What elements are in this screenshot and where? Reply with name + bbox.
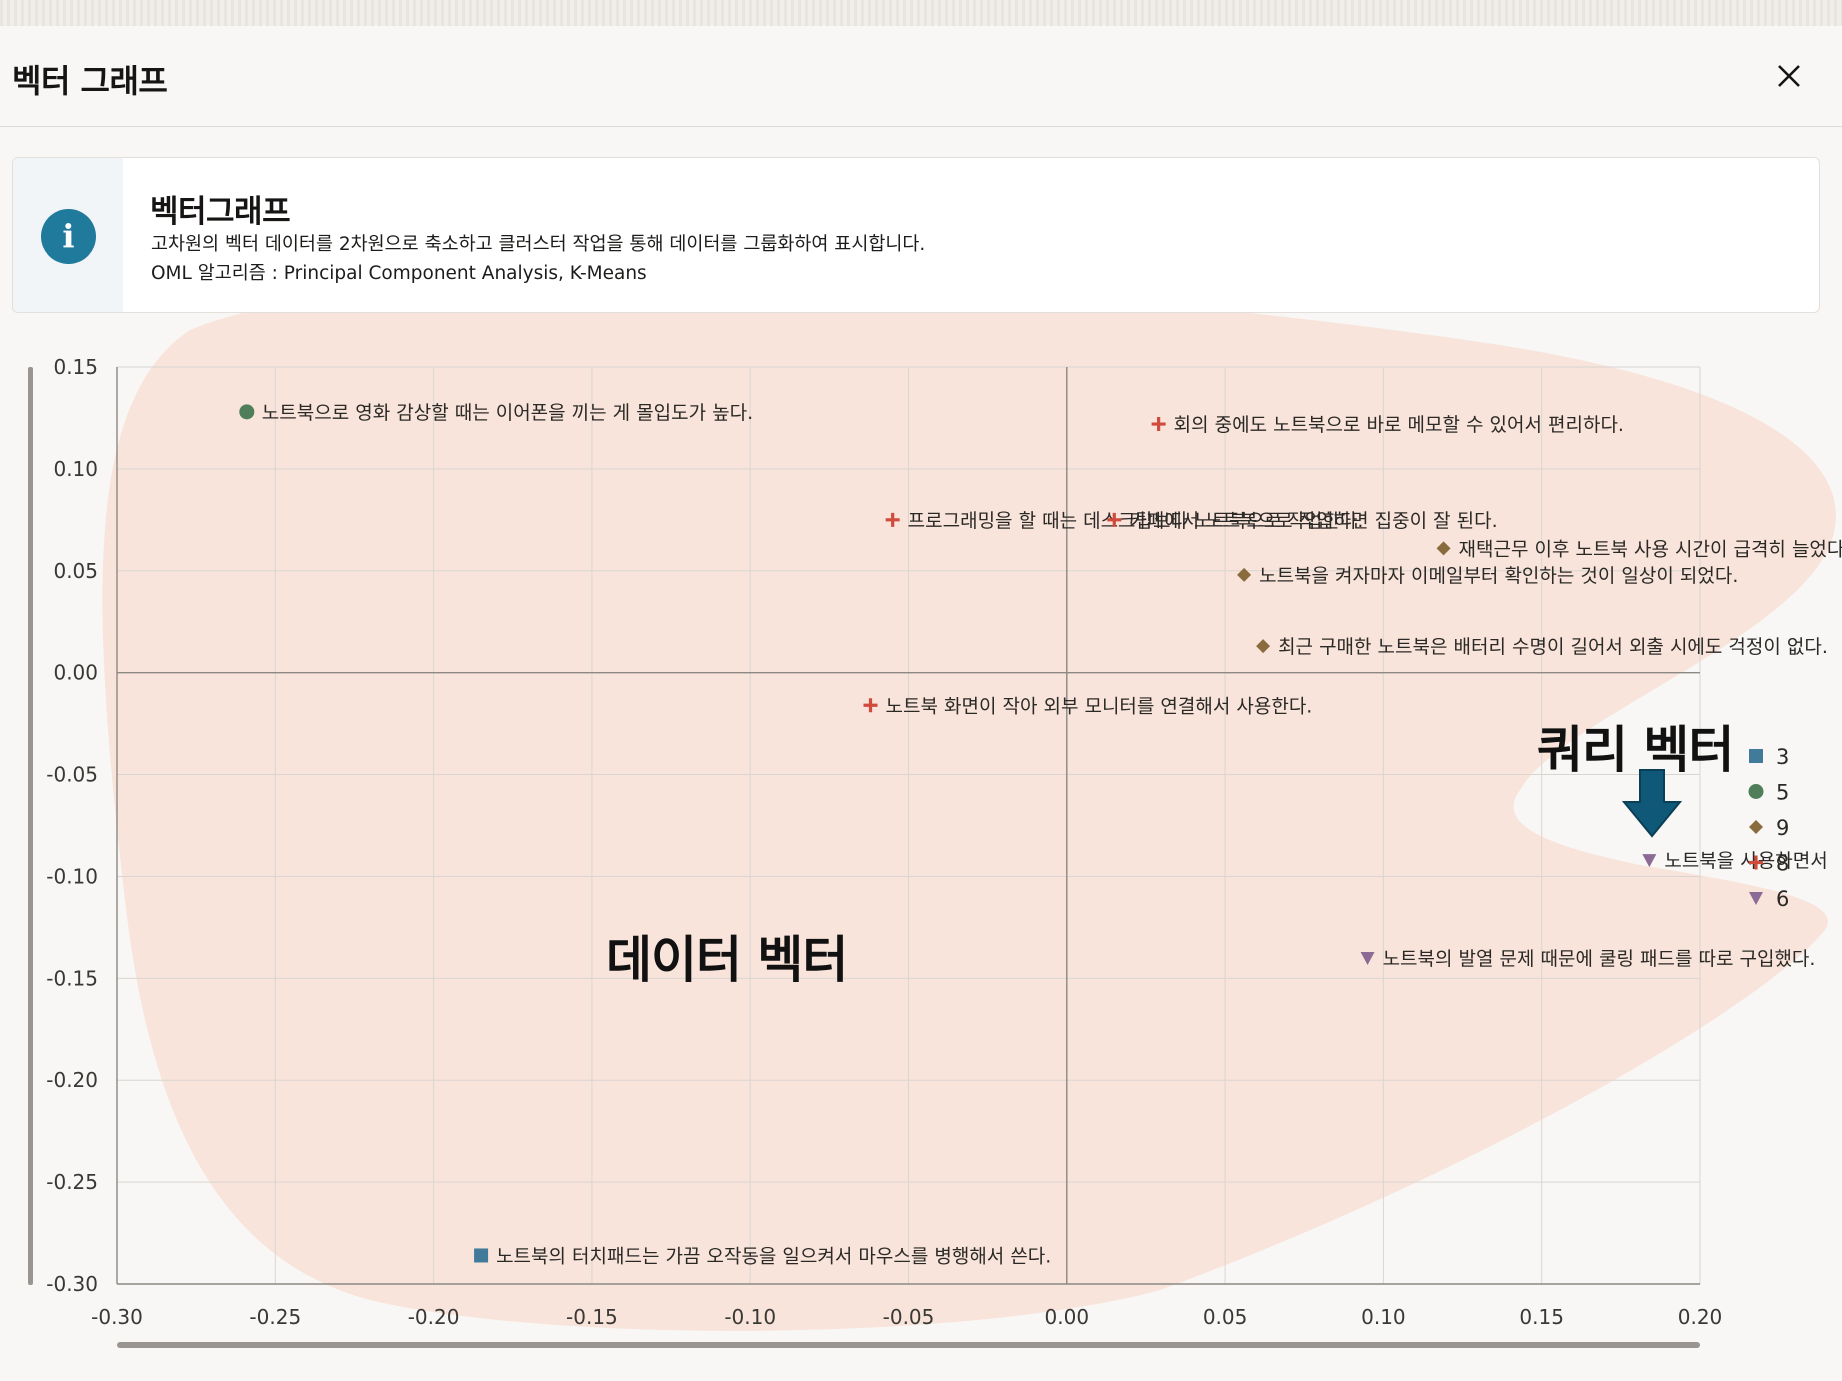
highlight-region xyxy=(102,278,1836,1331)
x-tick-label: 0.10 xyxy=(1361,1305,1406,1329)
y-tick-label: -0.20 xyxy=(46,1068,98,1092)
x-tick-label: 0.15 xyxy=(1519,1305,1564,1329)
data-point-label: 노트북의 발열 문제 때문에 쿨링 패드를 따로 구입했다. xyxy=(1383,948,1816,970)
info-description: 고차원의 벡터 데이터를 2차원으로 축소하고 클러스터 작업을 통해 데이터를… xyxy=(151,234,926,255)
vertical-scrollbar[interactable] xyxy=(28,367,33,1285)
x-tick-label: -0.30 xyxy=(91,1305,143,1329)
horizontal-scrollbar[interactable] xyxy=(117,1342,1700,1348)
y-tick-label: -0.25 xyxy=(46,1170,98,1194)
info-algorithms: OML 알고리즘 : Principal Component Analysis,… xyxy=(151,263,647,284)
legend-label: 5 xyxy=(1776,781,1789,805)
data-point-label: 회의 중에도 노트북으로 바로 메모할 수 있어서 편리하다. xyxy=(1174,414,1624,436)
y-tick-label: 0.00 xyxy=(53,661,98,685)
data-point-label: 카페에서 노트북으로 작업하면 집중이 잘 된다. xyxy=(1129,510,1497,532)
info-icon: i xyxy=(41,209,96,264)
x-tick-label: -0.25 xyxy=(249,1305,301,1329)
info-banner-side: i xyxy=(13,158,123,312)
legend-marker-3 xyxy=(1749,749,1763,763)
x-tick-label: -0.10 xyxy=(724,1305,776,1329)
arrow-down-icon xyxy=(1621,769,1683,838)
y-tick-label: 0.10 xyxy=(53,457,98,481)
legend-label: 9 xyxy=(1776,816,1789,840)
info-title: 벡터그래프 xyxy=(150,194,291,230)
data-point-label: 노트북 화면이 작아 외부 모니터를 연결해서 사용한다. xyxy=(886,695,1313,717)
x-tick-label: 0.00 xyxy=(1045,1305,1090,1329)
y-tick-label: -0.05 xyxy=(46,763,98,787)
data-point-label: 노트북을 사용하면서 xyxy=(1664,850,1827,872)
data-point-cluster-5 xyxy=(239,404,255,420)
x-tick-label: -0.20 xyxy=(408,1305,460,1329)
data-point-label: 노트북으로 영화 감상할 때는 이어폰을 끼는 게 몰입도가 높다. xyxy=(262,402,753,424)
info-banner: i 벡터그래프 고차원의 벡터 데이터를 2차원으로 축소하고 클러스터 작업을… xyxy=(12,157,1820,313)
x-tick-label: -0.05 xyxy=(883,1305,935,1329)
x-tick-label: 0.20 xyxy=(1678,1305,1723,1329)
y-tick-label: -0.10 xyxy=(46,864,98,888)
y-tick-label: -0.30 xyxy=(46,1272,98,1296)
y-tick-label: -0.15 xyxy=(46,966,98,990)
data-point-cluster-3 xyxy=(474,1248,489,1263)
data-point-cluster-6 xyxy=(1642,854,1657,868)
x-tick-label: -0.15 xyxy=(566,1305,618,1329)
legend-marker-5 xyxy=(1748,784,1764,799)
y-tick-label: 0.15 xyxy=(53,355,98,379)
legend-marker-9 xyxy=(1749,820,1763,834)
data-point-label: 최근 구매한 노트북은 배터리 수명이 길어서 외출 시에도 걱정이 없다. xyxy=(1278,636,1828,658)
data-vector-annotation: 데이터 벡터 xyxy=(606,931,848,989)
data-point-label: 노트북을 켜자마자 이메일부터 확인하는 것이 일상이 되었다. xyxy=(1259,565,1738,587)
legend-label: 8 xyxy=(1776,852,1789,876)
data-point-label: 재택근무 이후 노트북 사용 시간이 급격히 늘었다. xyxy=(1459,538,1842,560)
legend-label: 6 xyxy=(1776,887,1789,911)
data-point-label: 노트북의 터치패드는 가끔 오작동을 일으켜서 마우스를 병행해서 쓴다. xyxy=(496,1245,1051,1267)
y-tick-label: 0.05 xyxy=(53,559,98,583)
legend-label: 3 xyxy=(1776,745,1789,769)
x-tick-label: 0.05 xyxy=(1203,1305,1248,1329)
